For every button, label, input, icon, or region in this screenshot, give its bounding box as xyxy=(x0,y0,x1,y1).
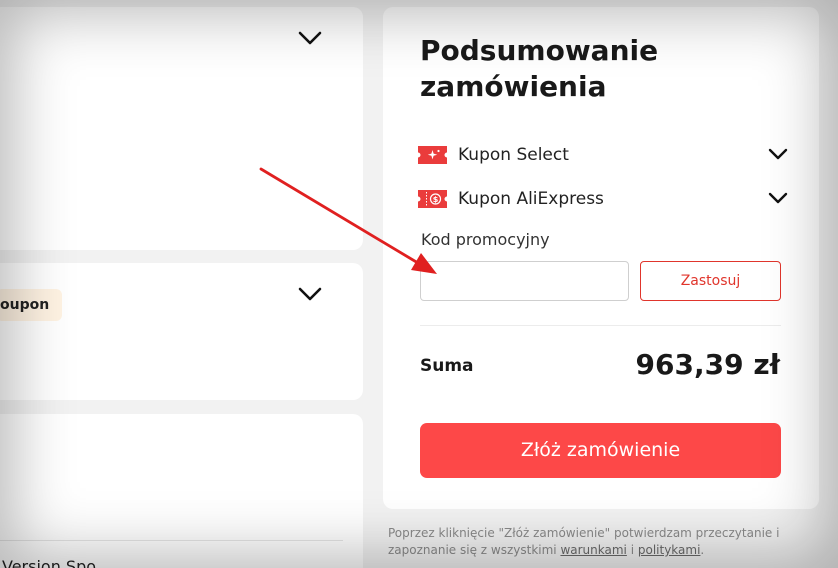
coupon-aliexpress-label: Kupon AliExpress xyxy=(458,189,604,209)
place-order-button[interactable]: Złóż zamówienie xyxy=(420,423,781,478)
total-value: 963,39 zł xyxy=(635,348,780,381)
coupon-select-label: Kupon Select xyxy=(458,145,569,165)
items-section-card xyxy=(0,414,363,568)
coupon-pill: oupon xyxy=(0,289,62,321)
divider xyxy=(420,325,781,326)
promo-code-input[interactable] xyxy=(420,261,629,301)
coupon-row-aliexpress[interactable]: $ Kupon AliExpress xyxy=(418,188,604,210)
chevron-down-icon[interactable] xyxy=(298,30,322,46)
legal-conjunction: i xyxy=(626,543,638,557)
coupon-section-card xyxy=(0,263,363,400)
promo-code-label: Kod promocyjny xyxy=(421,230,550,249)
select-coupon-icon xyxy=(418,146,447,164)
chevron-down-icon[interactable] xyxy=(767,190,791,206)
legal-notice: Poprzez kliknięcie "Złóż zamówienie" pot… xyxy=(388,525,798,559)
store-name: Version Spo xyxy=(2,557,97,568)
apply-promo-button[interactable]: Zastosuj xyxy=(640,261,781,301)
coupon-row-select[interactable]: Kupon Select xyxy=(418,144,569,166)
page-title: Podsumowanie zamówienia xyxy=(420,34,659,103)
svg-text:$: $ xyxy=(433,195,439,204)
chevron-down-icon[interactable] xyxy=(298,286,322,302)
policies-link[interactable]: politykami xyxy=(638,543,701,557)
terms-link[interactable]: warunkami xyxy=(560,543,626,557)
total-label: Suma xyxy=(420,356,474,376)
aliexpress-coupon-icon: $ xyxy=(418,190,447,208)
chevron-down-icon[interactable] xyxy=(767,146,791,162)
legal-text-end: . xyxy=(700,543,705,557)
divider xyxy=(0,540,343,541)
